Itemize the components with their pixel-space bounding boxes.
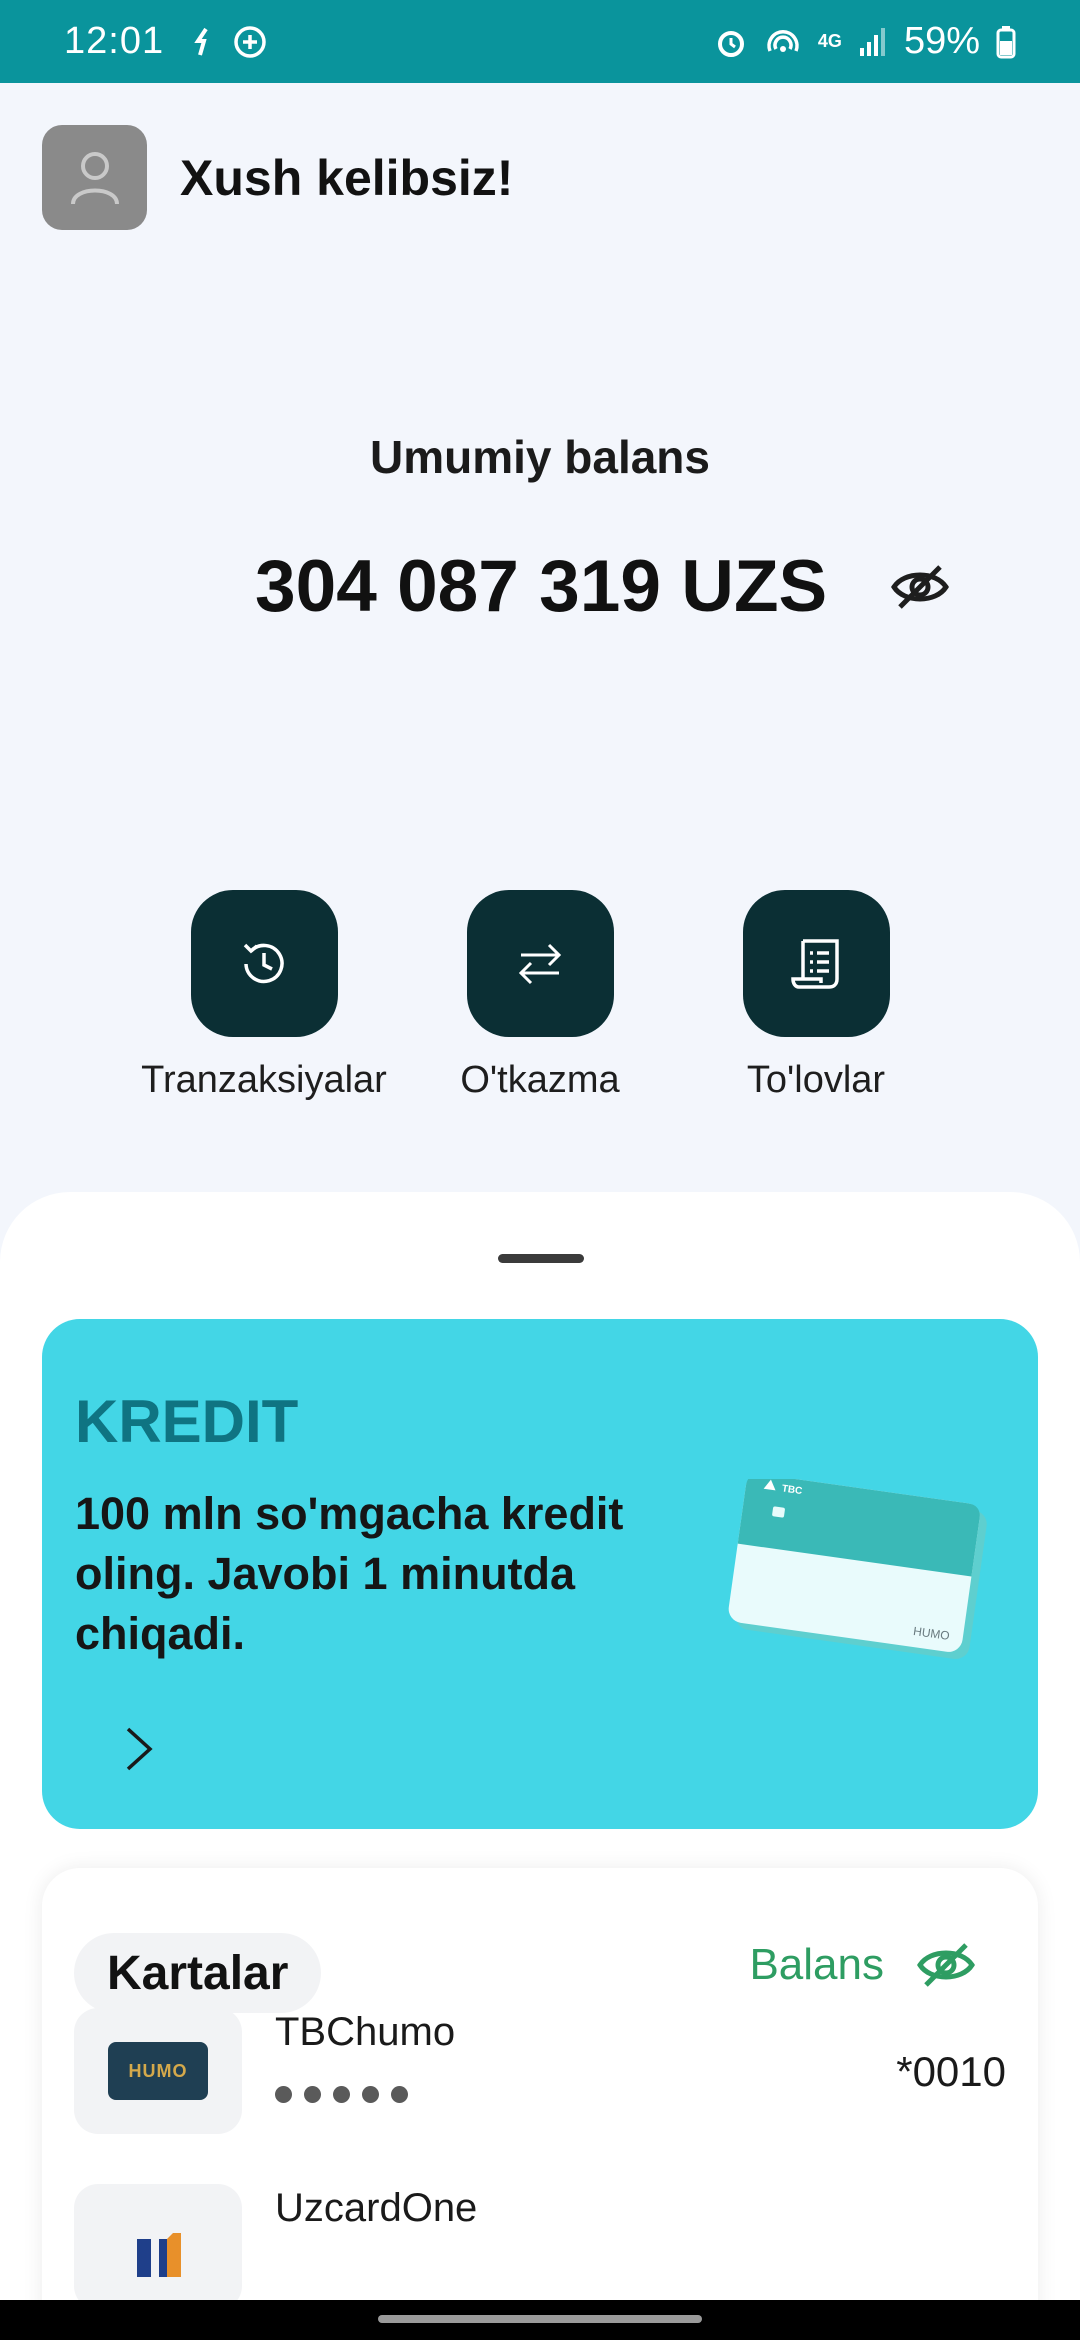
action-payments[interactable]: To'lovlar bbox=[666, 890, 966, 1102]
card-number: *0010 bbox=[896, 2048, 1006, 2095]
balance-amount: 304 087 319 UZS bbox=[255, 546, 828, 627]
signal-icon bbox=[859, 27, 885, 56]
credit-promo-banner[interactable]: KREDIT 100 mln so'mgacha kredit oling. J… bbox=[42, 1319, 1038, 1829]
sync-icon bbox=[194, 27, 208, 56]
hotspot-icon bbox=[767, 29, 799, 52]
system-navigation-bar bbox=[0, 2300, 1080, 2340]
balance-title: Umumiy balans bbox=[370, 431, 710, 483]
action-tile[interactable] bbox=[190, 890, 338, 1037]
action-tile[interactable] bbox=[466, 890, 614, 1037]
add-circle-icon bbox=[234, 25, 266, 58]
header: Xush kelibsiz! bbox=[42, 125, 513, 230]
user-icon bbox=[70, 151, 119, 204]
status-bar: 12:01 4G 59% bbox=[0, 0, 1080, 83]
action-label: To'lovlar bbox=[746, 1059, 886, 1101]
balance-toggle[interactable]: Balans bbox=[749, 1940, 976, 1990]
card-item[interactable]: HUMO TBChumo *0010 bbox=[74, 2008, 1006, 2134]
transfer-arrows-icon bbox=[518, 943, 562, 984]
card-name: UzcardOne bbox=[275, 2186, 478, 2230]
home-gesture-handle[interactable] bbox=[378, 2315, 702, 2323]
avatar[interactable] bbox=[42, 125, 147, 230]
chevron-right-icon[interactable] bbox=[120, 1719, 160, 1779]
toggle-balance-visibility-button[interactable] bbox=[890, 557, 950, 617]
network-type-label: 4G bbox=[817, 31, 842, 51]
status-left-icons bbox=[192, 24, 268, 60]
action-transfer[interactable]: O'tkazma bbox=[390, 890, 690, 1102]
card-thumbnail: HUMO bbox=[74, 2008, 242, 2134]
card-thumbnail bbox=[74, 2184, 242, 2310]
action-label: Tranzaksiyalar bbox=[141, 1059, 387, 1101]
bottom-sheet: KREDIT 100 mln so'mgacha kredit oling. J… bbox=[0, 1192, 1080, 2340]
action-label: O'tkazma bbox=[460, 1059, 620, 1101]
promo-title: KREDIT bbox=[75, 1388, 299, 1455]
action-transactions[interactable]: Tranzaksiyalar bbox=[114, 890, 414, 1102]
battery-icon bbox=[996, 25, 1016, 58]
greeting-title: Xush kelibsiz! bbox=[180, 149, 514, 206]
cards-panel: Kartalar Balans HUMO TBChumo *0010 Uzcar… bbox=[42, 1868, 1038, 2340]
credit-card-illustration: TBC HUMO bbox=[728, 1479, 987, 1659]
humo-logo: HUMO bbox=[108, 2042, 208, 2100]
uzcard-logo bbox=[137, 2233, 181, 2277]
alarm-icon bbox=[717, 30, 744, 57]
history-icon bbox=[243, 943, 284, 983]
sheet-drag-handle[interactable] bbox=[498, 1254, 584, 1263]
cards-section-title[interactable]: Kartalar bbox=[74, 1933, 322, 2013]
balance-toggle-label: Balans bbox=[749, 1940, 884, 1989]
receipt-icon bbox=[791, 938, 839, 989]
eye-off-icon bbox=[891, 565, 949, 609]
card-name: TBChumo bbox=[275, 2010, 456, 2054]
masked-balance bbox=[275, 2086, 408, 2103]
status-time: 12:01 bbox=[64, 20, 165, 62]
action-tile[interactable] bbox=[742, 890, 890, 1037]
promo-description: 100 mln so'mgacha kredit oling. Javobi 1… bbox=[75, 1488, 624, 1659]
eye-off-icon bbox=[917, 1943, 975, 1987]
card-item[interactable]: UzcardOne bbox=[74, 2184, 1004, 2310]
status-right-icons: 4G 59% bbox=[714, 20, 1016, 63]
balance-row: 304 087 319 UZS bbox=[0, 545, 1080, 635]
battery-percent: 59% bbox=[903, 20, 980, 62]
